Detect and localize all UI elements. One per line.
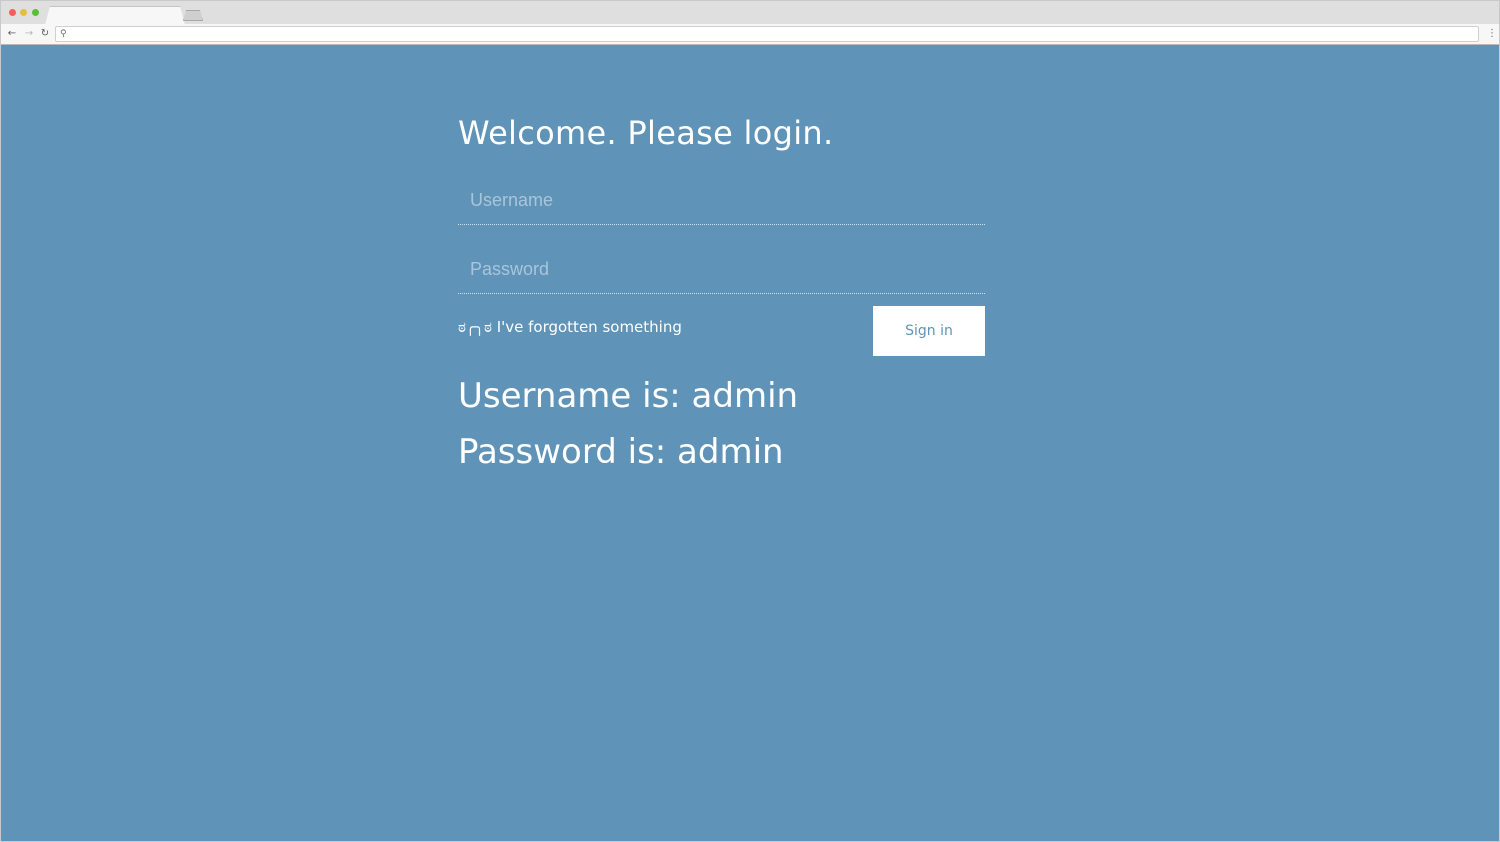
browser-toolbar: ← → ↻ ⚲ ⋮ <box>1 24 1499 45</box>
reload-icon[interactable]: ↻ <box>38 27 52 41</box>
login-form: Welcome. Please login. ಠ╭╮ಠ I've forgott… <box>458 111 985 480</box>
close-window-button[interactable] <box>9 9 16 16</box>
arrow-right-icon[interactable]: → <box>22 27 36 41</box>
more-vertical-icon[interactable]: ⋮ <box>1487 27 1497 41</box>
browser-tab-active[interactable] <box>45 6 185 25</box>
forgot-link[interactable]: ಠ╭╮ಠ I've forgotten something <box>458 318 682 336</box>
page-title: Welcome. Please login. <box>458 114 834 152</box>
arrow-left-icon[interactable]: ← <box>5 27 19 41</box>
address-bar[interactable]: ⚲ <box>55 26 1479 42</box>
form-actions: ಠ╭╮ಠ I've forgotten something Sign in <box>458 306 985 356</box>
password-input[interactable] <box>458 246 985 293</box>
browser-window: ← → ↻ ⚲ ⋮ Welcome. Please login. ಠ╭╮ಠ I'… <box>0 0 1500 842</box>
username-input[interactable] <box>458 177 985 224</box>
username-hint: Username is: admin <box>458 376 799 416</box>
title-bar <box>1 1 1499 24</box>
minimize-window-button[interactable] <box>20 9 27 16</box>
page-viewport: Welcome. Please login. ಠ╭╮ಠ I've forgott… <box>1 45 1499 841</box>
search-icon: ⚲ <box>60 29 67 39</box>
maximize-window-button[interactable] <box>32 9 39 16</box>
sign-in-button[interactable]: Sign in <box>873 306 985 356</box>
password-hint: Password is: admin <box>458 432 784 472</box>
username-field-wrapper <box>458 177 985 225</box>
new-tab-button[interactable] <box>183 10 203 21</box>
password-field-wrapper <box>458 246 985 294</box>
